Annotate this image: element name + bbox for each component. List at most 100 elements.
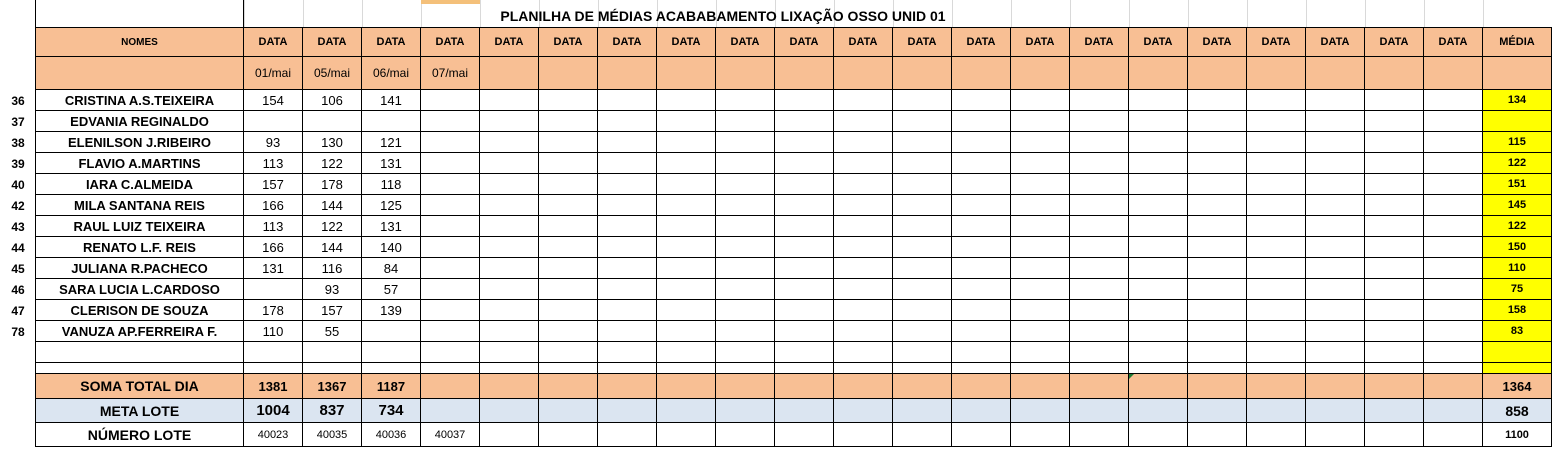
blank-cell[interactable]	[1188, 363, 1247, 374]
value-cell[interactable]	[834, 111, 893, 132]
value-cell[interactable]	[480, 132, 539, 153]
value-cell[interactable]	[1306, 216, 1365, 237]
blank-cell[interactable]	[952, 363, 1011, 374]
header-date-col-6[interactable]	[539, 57, 598, 90]
value-cell[interactable]	[539, 216, 598, 237]
value-cell[interactable]	[1306, 279, 1365, 300]
blank-cell[interactable]	[598, 342, 657, 363]
value-cell[interactable]	[834, 90, 893, 111]
summary-meta-cell[interactable]	[421, 399, 480, 423]
summary-soma-cell[interactable]	[657, 374, 716, 399]
value-cell[interactable]	[1011, 216, 1070, 237]
header-date-col-9[interactable]	[716, 57, 775, 90]
value-cell[interactable]	[716, 321, 775, 342]
value-cell[interactable]: 178	[303, 174, 362, 195]
media-cell[interactable]: 145	[1483, 195, 1552, 216]
value-cell[interactable]	[1365, 111, 1424, 132]
value-cell[interactable]	[1129, 195, 1188, 216]
value-cell[interactable]	[716, 300, 775, 321]
header-data-col-14[interactable]: DATA	[1011, 27, 1070, 57]
value-cell[interactable]	[598, 90, 657, 111]
value-cell[interactable]: 116	[303, 258, 362, 279]
summary-meta-cell[interactable]	[539, 399, 598, 423]
value-cell[interactable]	[1247, 216, 1306, 237]
value-cell[interactable]: 121	[362, 132, 421, 153]
value-cell[interactable]	[657, 111, 716, 132]
media-cell[interactable]: 134	[1483, 90, 1552, 111]
value-cell[interactable]	[1011, 153, 1070, 174]
value-cell[interactable]	[1129, 174, 1188, 195]
value-cell[interactable]	[834, 258, 893, 279]
value-cell[interactable]	[893, 132, 952, 153]
summary-numero-cell[interactable]	[657, 423, 716, 447]
summary-meta-cell[interactable]	[716, 399, 775, 423]
value-cell[interactable]: 139	[362, 300, 421, 321]
value-cell[interactable]	[1247, 237, 1306, 258]
summary-meta-cell[interactable]	[1129, 399, 1188, 423]
row-number[interactable]: 44	[0, 237, 36, 258]
summary-numero-cell[interactable]: 40035	[303, 423, 362, 447]
value-cell[interactable]	[1424, 279, 1483, 300]
row-number[interactable]: 37	[0, 111, 36, 132]
header-media-sub[interactable]	[1483, 57, 1552, 90]
blank-cell[interactable]	[834, 342, 893, 363]
value-cell[interactable]: 84	[362, 258, 421, 279]
header-data-col-17[interactable]: DATA	[1188, 27, 1247, 57]
value-cell[interactable]	[1306, 90, 1365, 111]
value-cell[interactable]	[775, 321, 834, 342]
summary-soma-cell[interactable]	[1424, 374, 1483, 399]
value-cell[interactable]	[480, 90, 539, 111]
value-cell[interactable]	[598, 258, 657, 279]
value-cell[interactable]	[1070, 195, 1129, 216]
value-cell[interactable]	[716, 195, 775, 216]
value-cell[interactable]	[775, 195, 834, 216]
blank-cell[interactable]	[421, 342, 480, 363]
value-cell[interactable]: 131	[362, 216, 421, 237]
value-cell[interactable]	[775, 174, 834, 195]
value-cell[interactable]: 125	[362, 195, 421, 216]
value-cell[interactable]	[539, 279, 598, 300]
value-cell[interactable]	[1011, 174, 1070, 195]
value-cell[interactable]: 154	[244, 90, 303, 111]
value-cell[interactable]	[1424, 237, 1483, 258]
name-cell[interactable]: VANUZA AP.FERREIRA F.	[36, 321, 244, 342]
media-cell[interactable]: 122	[1483, 216, 1552, 237]
header-data-col-1[interactable]: DATA	[244, 27, 303, 57]
value-cell[interactable]	[775, 279, 834, 300]
value-cell[interactable]	[1070, 300, 1129, 321]
value-cell[interactable]: 141	[362, 90, 421, 111]
value-cell[interactable]	[1247, 111, 1306, 132]
value-cell[interactable]	[952, 216, 1011, 237]
value-cell[interactable]	[480, 321, 539, 342]
blank-cell[interactable]	[952, 342, 1011, 363]
summary-numero-cell[interactable]	[952, 423, 1011, 447]
header-date-col-13[interactable]	[952, 57, 1011, 90]
value-cell[interactable]	[598, 216, 657, 237]
row-number[interactable]: 43	[0, 216, 36, 237]
value-cell[interactable]: 122	[303, 216, 362, 237]
header-data-col-3[interactable]: DATA	[362, 27, 421, 57]
value-cell[interactable]	[421, 321, 480, 342]
value-cell[interactable]	[716, 90, 775, 111]
value-cell[interactable]	[1011, 90, 1070, 111]
blank-cell[interactable]	[362, 363, 421, 374]
value-cell[interactable]	[952, 321, 1011, 342]
value-cell[interactable]	[952, 111, 1011, 132]
value-cell[interactable]	[834, 237, 893, 258]
header-media[interactable]: MÉDIA	[1483, 27, 1552, 57]
value-cell[interactable]	[1129, 321, 1188, 342]
summary-soma-cell[interactable]	[1365, 374, 1424, 399]
value-cell[interactable]	[1070, 132, 1129, 153]
value-cell[interactable]	[1306, 300, 1365, 321]
blank-cell[interactable]	[480, 342, 539, 363]
header-data-col-13[interactable]: DATA	[952, 27, 1011, 57]
value-cell[interactable]	[775, 132, 834, 153]
value-cell[interactable]	[716, 237, 775, 258]
value-cell[interactable]	[1365, 90, 1424, 111]
value-cell[interactable]	[598, 300, 657, 321]
value-cell[interactable]	[1070, 90, 1129, 111]
value-cell[interactable]	[539, 132, 598, 153]
value-cell[interactable]	[893, 111, 952, 132]
summary-soma-cell[interactable]: 1367	[303, 374, 362, 399]
blank-cell[interactable]	[1129, 363, 1188, 374]
